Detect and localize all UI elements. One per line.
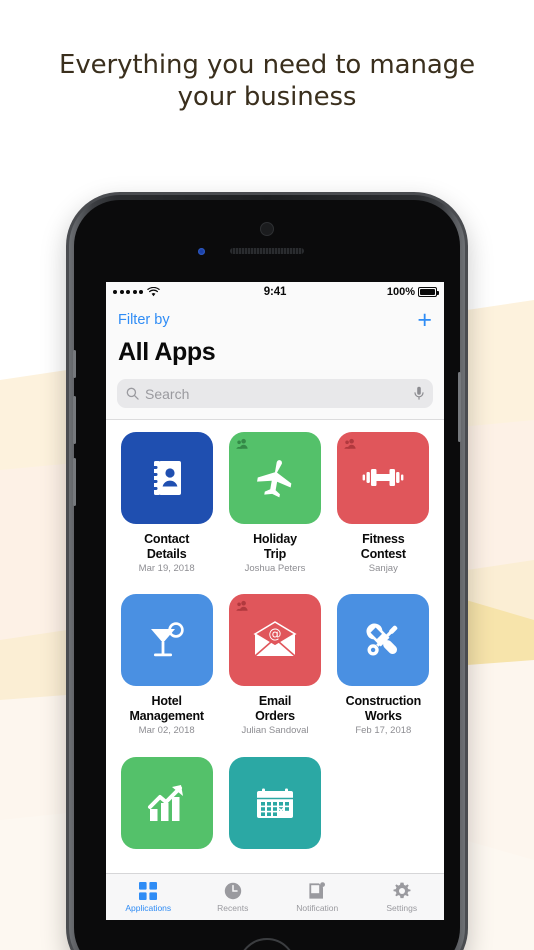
tab-label: Recents: [217, 902, 249, 913]
app-grid: Contact Details Mar 19, 2018 Holiday Tri…: [106, 420, 444, 868]
app-tile-holiday-trip[interactable]: [228, 432, 321, 524]
app-cell[interactable]: Construction Works Feb 17, 2018: [336, 594, 431, 745]
battery-icon: [418, 287, 439, 297]
status-bar-time: 9:41: [263, 286, 287, 298]
growth-chart-icon: [147, 784, 183, 821]
app-title-line-2: Details: [146, 546, 187, 561]
wifi-icon: [147, 287, 160, 297]
svg-text:@: @: [268, 627, 281, 642]
shared-users-badge-icon: [344, 438, 356, 449]
app-title-line-1: Construction: [345, 694, 422, 709]
app-title: Hotel Management: [129, 694, 204, 723]
nav-bar: Filter by +: [106, 302, 444, 338]
tab-bar: Applications Recents Notification Settin…: [106, 873, 444, 920]
power-button[interactable]: [458, 372, 461, 442]
tab-notification[interactable]: Notification: [275, 874, 360, 920]
app-tile-calendar[interactable]: [228, 756, 321, 849]
headline-line-2: your business: [177, 82, 357, 112]
address-book-icon: [152, 461, 181, 495]
volume-down-button[interactable]: [73, 458, 76, 506]
front-camera-icon: [260, 222, 274, 236]
app-tile-contact-details[interactable]: [120, 432, 213, 524]
app-title: Holiday Trip: [253, 532, 297, 561]
clock-icon: [224, 882, 241, 899]
app-tile-fitness-contest[interactable]: [337, 432, 430, 524]
calendar-check-icon: [256, 788, 293, 818]
app-title-line-1: Email: [258, 694, 292, 709]
page-root: Everything you need to manage your busin…: [0, 0, 534, 950]
app-subtitle: Sanjay: [368, 563, 398, 574]
mute-switch[interactable]: [73, 350, 76, 378]
tools-icon: [366, 623, 398, 656]
volume-up-button[interactable]: [73, 396, 76, 444]
app-cell[interactable]: Hotel Management Mar 02, 2018: [119, 594, 214, 745]
signal-strength-icon: [113, 290, 143, 294]
search-bar[interactable]: Search: [117, 379, 433, 408]
app-title: Email Orders: [255, 694, 295, 723]
tab-label: Settings: [386, 902, 418, 913]
search-bar-container: Search: [106, 371, 444, 419]
app-title-line-1: Holiday: [253, 532, 297, 546]
app-title-line-1: Hotel: [151, 694, 182, 709]
proximity-sensor: [198, 248, 205, 255]
tab-applications[interactable]: Applications: [106, 874, 191, 920]
app-title-line-1: Contact: [144, 532, 190, 546]
tab-label: Notification: [296, 902, 339, 913]
filter-by-button[interactable]: Filter by: [118, 312, 170, 328]
app-title-line-2: Trip: [263, 546, 287, 561]
app-title-line-2: Works: [364, 708, 402, 723]
headline-line-1: Everything you need to manage: [59, 50, 475, 80]
app-title: Fitness Contest: [361, 532, 406, 561]
search-icon: [126, 387, 139, 400]
app-subtitle: Mar 19, 2018: [138, 563, 195, 574]
app-title-line-1: Fitness: [362, 532, 405, 546]
phone-mockup: 9:41 100% Filter by + All Apps Search Co…: [66, 192, 468, 950]
earpiece-speaker: [230, 248, 304, 254]
cocktail-icon: [150, 622, 184, 657]
phone-screen: 9:41 100% Filter by + All Apps Search Co…: [106, 282, 444, 920]
app-title: Construction Works: [345, 694, 422, 723]
page-title: All Apps: [106, 338, 444, 371]
tab-settings[interactable]: Settings: [360, 874, 445, 920]
app-title-line-2: Management: [129, 708, 204, 723]
envelope-at-icon: @: [253, 621, 297, 657]
status-bar-right: 100%: [286, 286, 439, 298]
shared-users-badge-icon: [236, 601, 248, 612]
app-title-line-2: Contest: [360, 546, 406, 561]
app-tile-analytics[interactable]: [120, 756, 213, 849]
phone-body: 9:41 100% Filter by + All Apps Search Co…: [73, 200, 461, 950]
home-button[interactable]: [238, 938, 296, 950]
gear-icon: [393, 882, 411, 898]
app-cell[interactable]: Contact Details Mar 19, 2018: [119, 432, 214, 583]
add-app-button[interactable]: +: [417, 307, 432, 333]
app-tile-construction-works[interactable]: [337, 594, 430, 687]
status-bar-left: [113, 287, 264, 297]
app-cell[interactable]: [227, 756, 322, 868]
app-subtitle: Julian Sandoval: [241, 725, 309, 737]
microphone-icon[interactable]: [414, 386, 424, 401]
airplane-icon: [257, 460, 292, 498]
app-subtitle: Mar 02, 2018: [138, 725, 195, 737]
status-bar: 9:41 100%: [106, 282, 444, 302]
battery-percent-label: 100%: [386, 286, 415, 298]
app-tile-email-orders[interactable]: @: [228, 594, 321, 687]
search-input[interactable]: Search: [145, 386, 408, 402]
document-badge-icon: [309, 881, 326, 899]
tab-label: Applications: [125, 902, 172, 913]
app-title: Contact Details: [144, 532, 189, 561]
tab-recents[interactable]: Recents: [191, 874, 276, 920]
app-subtitle: Feb 17, 2018: [355, 725, 412, 737]
app-cell[interactable]: Holiday Trip Joshua Peters: [227, 432, 322, 583]
app-title-line-2: Orders: [255, 708, 295, 723]
app-cell[interactable]: @ Email Orders Julian Sandoval: [227, 594, 322, 745]
shared-users-badge-icon: [236, 438, 248, 449]
page-headline: Everything you need to manage your busin…: [0, 49, 534, 113]
dumbbell-icon: [362, 469, 404, 486]
app-subtitle: Joshua Peters: [244, 563, 306, 574]
grid-squares-icon: [139, 881, 158, 900]
app-tile-hotel-management[interactable]: [120, 594, 213, 687]
app-cell[interactable]: Fitness Contest Sanjay: [336, 432, 431, 583]
app-cell[interactable]: [119, 756, 214, 868]
